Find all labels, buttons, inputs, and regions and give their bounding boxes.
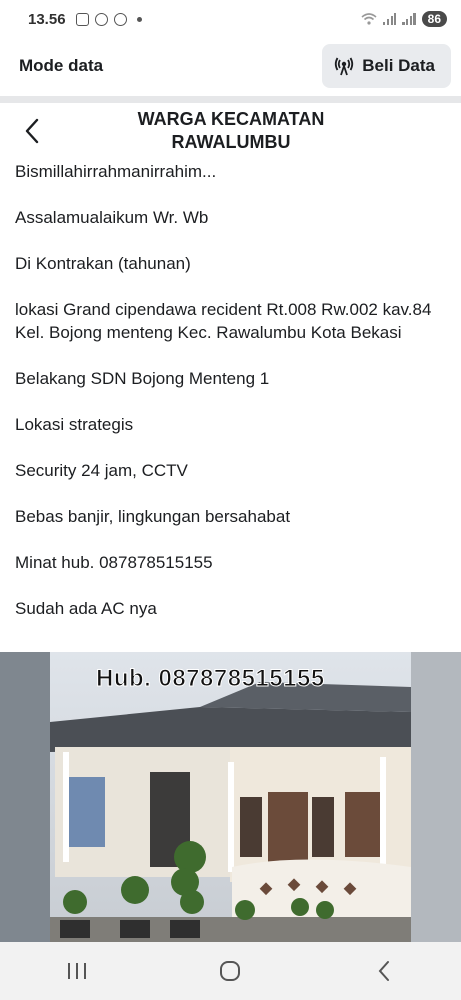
battery-badge: 86 xyxy=(421,11,447,27)
chevron-left-icon[interactable] xyxy=(20,117,44,145)
status-time: 13.56 xyxy=(28,10,66,28)
mode-data-label: Mode data xyxy=(19,56,104,75)
system-nav-bar xyxy=(0,942,461,1000)
post-paragraph: lokasi Grand cipendawa recident Rt.008 R… xyxy=(15,300,432,342)
nav-back-button[interactable] xyxy=(364,951,404,991)
group-title: WARGA KECAMATAN RAWALUMBU xyxy=(137,109,325,152)
signal-icon xyxy=(383,13,397,25)
signal-icon-2 xyxy=(402,13,416,25)
post-paragraph: Belakang SDN Bojong Menteng 1 xyxy=(15,369,270,388)
post-body: Bismillahirrahmanirrahim... Assalamualai… xyxy=(0,155,461,620)
messenger-icon xyxy=(94,12,108,26)
post-paragraph: Sudah ada AC nya xyxy=(15,599,157,618)
home-icon xyxy=(220,961,241,981)
group-header: WARGA KECAMATAN RAWALUMBU xyxy=(0,103,461,158)
screenshot-icon xyxy=(75,12,89,26)
post-paragraph: Bebas banjir, lingkungan bersahabat xyxy=(15,507,291,526)
wifi-icon xyxy=(361,13,377,25)
buy-data-label: Beli Data xyxy=(362,56,435,75)
nav-recents-button[interactable] xyxy=(57,951,97,991)
data-mode-bar: Mode data Beli Data xyxy=(0,38,461,94)
broadcast-icon xyxy=(335,57,354,76)
post-paragraph: Minat hub. 087878515155 xyxy=(15,553,213,572)
back-icon xyxy=(378,961,390,981)
section-divider xyxy=(0,96,461,103)
house-photo-image xyxy=(0,652,461,942)
status-bar: 13.56 86 xyxy=(0,0,461,38)
nav-home-button[interactable] xyxy=(210,951,250,991)
post-paragraph: Bismillahirrahmanirrahim... xyxy=(15,162,217,181)
photo-caption: Hub. 087878515155 xyxy=(96,665,325,693)
post-paragraph: Assalamualaikum Wr. Wb xyxy=(15,208,209,227)
post-photo[interactable]: Hub. 087878515155 xyxy=(0,652,461,942)
recents-icon xyxy=(67,963,86,979)
notification-dot-icon xyxy=(136,16,142,22)
chat-icon xyxy=(113,12,127,26)
post-paragraph: Security 24 jam, CCTV xyxy=(15,461,188,480)
buy-data-button[interactable]: Beli Data xyxy=(322,44,451,88)
post-paragraph: Lokasi strategis xyxy=(15,415,134,434)
post-paragraph: Di Kontrakan (tahunan) xyxy=(15,254,191,273)
